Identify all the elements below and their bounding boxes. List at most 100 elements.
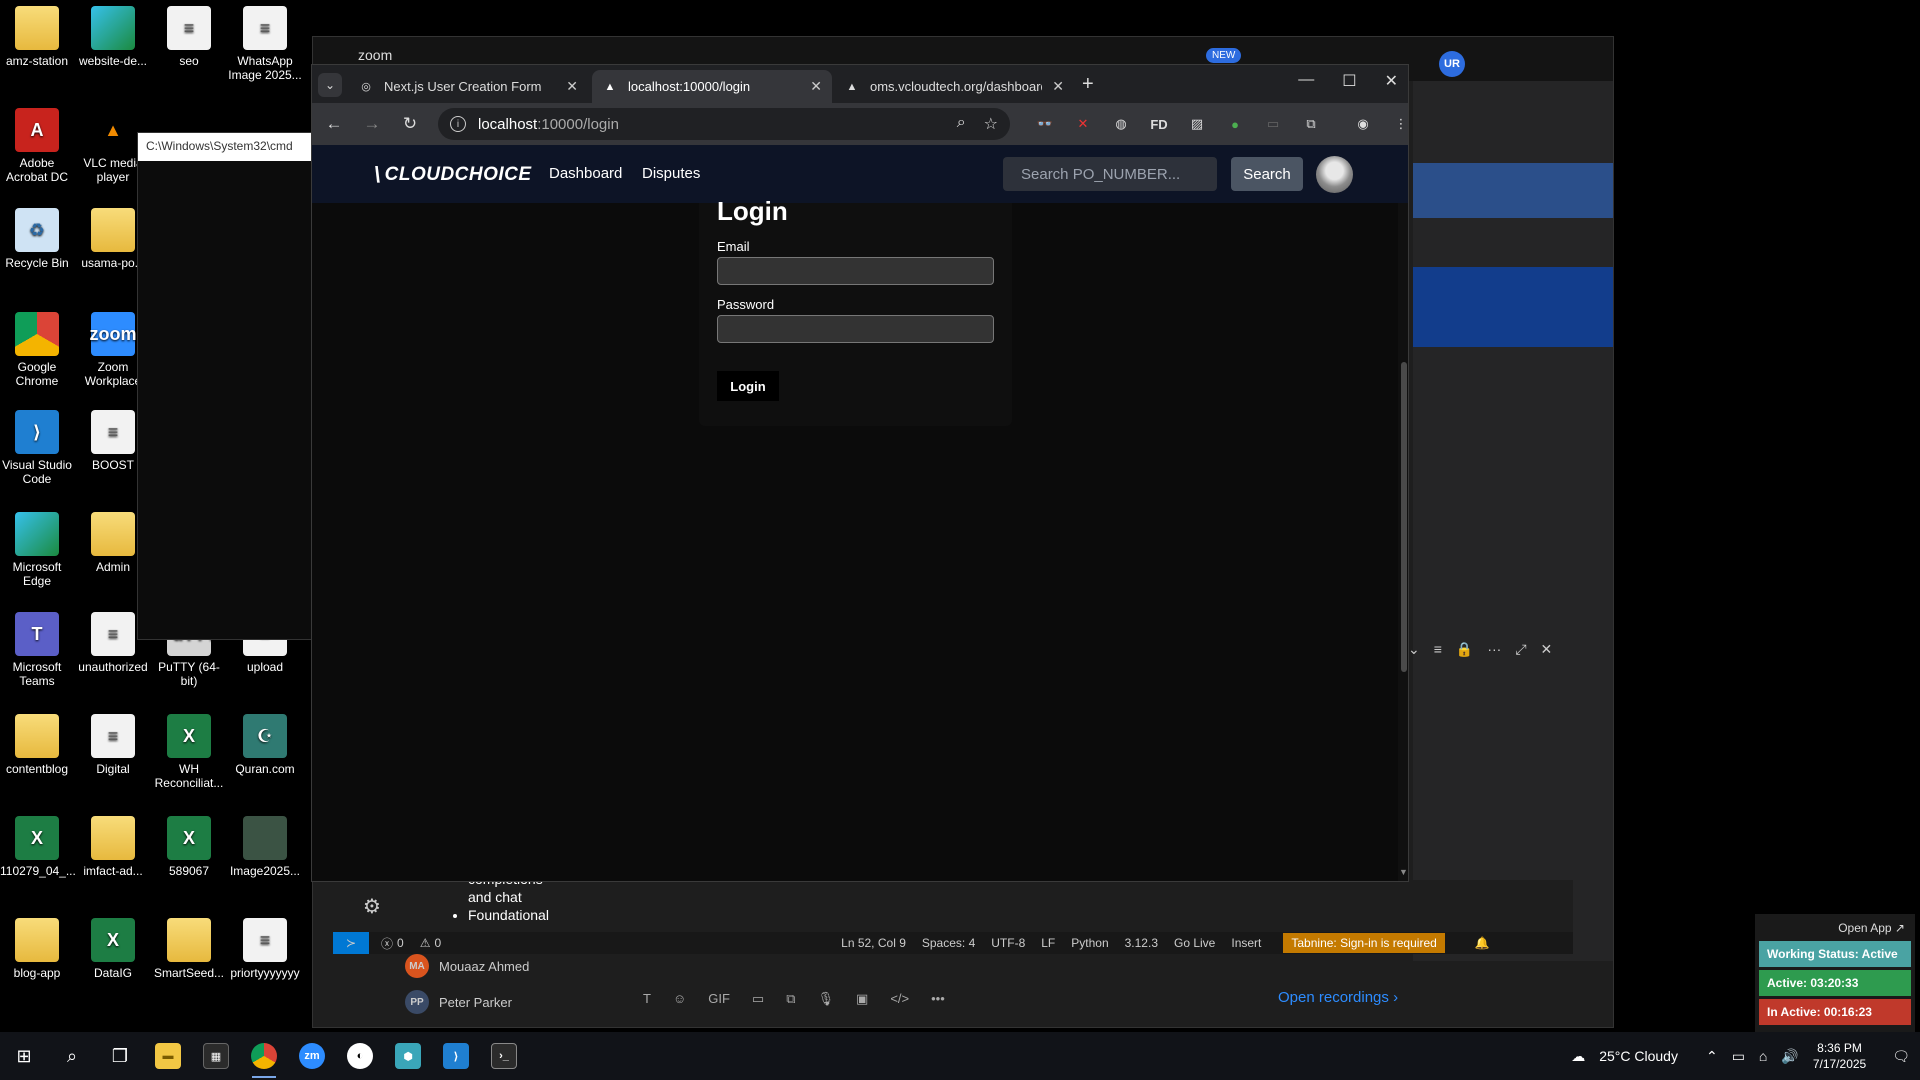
close-icon[interactable]: ✕	[1385, 71, 1398, 91]
desktop-icon[interactable]: X DataIG	[76, 918, 150, 980]
warning-icon[interactable]: ⚠	[420, 936, 431, 950]
desktop-icon[interactable]: X 110279_04_...	[0, 816, 76, 878]
desktop-icon[interactable]: SmartSeed...	[152, 918, 226, 980]
file-icon[interactable]: ▭	[752, 991, 764, 1007]
extension-glasses-icon[interactable]: 👓	[1034, 113, 1056, 135]
encoding[interactable]: UTF-8	[991, 936, 1025, 950]
desktop-icon[interactable]: Google Chrome	[0, 312, 74, 388]
desktop-icon[interactable]: ⟩ Visual Studio Code	[0, 410, 74, 486]
settings-gear-icon[interactable]: ⚙	[363, 894, 381, 919]
new-tab-button[interactable]: +	[1082, 73, 1094, 96]
list-icon[interactable]: ≡	[1434, 641, 1442, 658]
desktop-icon[interactable]: X WH Reconciliat...	[152, 714, 226, 790]
zoom-user-avatar[interactable]: UR	[1439, 51, 1465, 77]
desktop-icon[interactable]: blog-app	[0, 918, 74, 980]
app-circle-icon[interactable]: ◐	[336, 1032, 384, 1080]
extension-globe-icon[interactable]: ◍	[1110, 113, 1132, 135]
reload-icon[interactable]: ↻	[394, 114, 426, 134]
scroll-down-icon[interactable]: ▼	[1399, 867, 1408, 877]
chevron-down-icon[interactable]: ⌄	[1408, 641, 1420, 658]
extension-chart-icon[interactable]: ▨	[1186, 113, 1208, 135]
file-explorer-icon[interactable]: ▬	[144, 1032, 192, 1080]
video-icon[interactable]: ▣	[856, 991, 868, 1007]
bell-icon[interactable]: 🔔	[1475, 936, 1490, 950]
profile-avatar-icon[interactable]: ◉	[1352, 113, 1374, 135]
zoom-taskbar-icon[interactable]: zm	[288, 1032, 336, 1080]
ellipsis-icon[interactable]: ···	[1487, 641, 1501, 658]
cloudchoice-logo[interactable]: \ CLOUDCHOICE	[374, 162, 532, 188]
end-of-line[interactable]: LF	[1041, 936, 1055, 950]
address-bar[interactable]: i localhost:10000/login ⌕ ☆	[438, 108, 1010, 140]
error-icon[interactable]: ⓧ	[381, 935, 393, 952]
desktop-icon[interactable]: Microsoft Edge	[0, 512, 74, 588]
tab-oms-dashboard[interactable]: ▲ oms.vcloudtech.org/dashboard ✕	[834, 70, 1074, 103]
weather-icon[interactable]: ☁	[1571, 1048, 1585, 1065]
desktop-icon[interactable]: ≡ Digital	[76, 714, 150, 776]
tab-search-icon[interactable]: ⌄	[318, 73, 342, 97]
chrome-taskbar-icon[interactable]	[240, 1032, 288, 1080]
extension-x-icon[interactable]: ✕	[1072, 113, 1094, 135]
tab-localhost-login[interactable]: ▲ localhost:10000/login ✕	[592, 70, 832, 103]
extension-fd-icon[interactable]: FD	[1148, 113, 1170, 135]
desktop-icon[interactable]: ☪ Quran.com	[228, 714, 302, 776]
desktop-icon[interactable]: amz-station	[0, 6, 74, 68]
lock-icon[interactable]: 🔒	[1456, 641, 1473, 658]
desktop-icon[interactable]: Image2025...	[228, 816, 302, 878]
go-live[interactable]: Go Live	[1174, 936, 1215, 950]
scrollbar-thumb[interactable]	[1401, 362, 1407, 672]
code-icon[interactable]: </>	[890, 991, 909, 1007]
desktop-icon[interactable]: website-de...	[76, 6, 150, 68]
desktop-icon[interactable]: ≡ WhatsApp Image 2025...	[228, 6, 302, 82]
more-icon[interactable]: •••	[931, 991, 945, 1007]
desktop-icon[interactable]: ♻ Recycle Bin	[0, 208, 74, 270]
notifications-icon[interactable]: 🗨	[1892, 1048, 1910, 1065]
weather-text[interactable]: 25°C Cloudy	[1599, 1048, 1678, 1064]
text-format-icon[interactable]: T	[643, 991, 651, 1007]
cmd-window[interactable]: C:\Windows\System32\cmd	[137, 132, 312, 640]
site-info-icon[interactable]: i	[450, 116, 466, 132]
back-icon[interactable]: ←	[318, 114, 350, 134]
close-icon[interactable]: ✕	[1052, 78, 1064, 95]
mic-icon[interactable]: 🎙	[818, 991, 835, 1007]
login-button[interactable]: Login	[717, 371, 779, 401]
close-icon[interactable]: ✕	[566, 78, 578, 95]
open-app-link[interactable]: Open App ↗	[1759, 918, 1911, 941]
desktop-icon[interactable]: T Microsoft Teams	[0, 612, 74, 688]
store-icon[interactable]: ▦	[192, 1032, 240, 1080]
python-version[interactable]: 3.12.3	[1125, 936, 1158, 950]
clock[interactable]: 8:36 PM 7/17/2025	[1813, 1040, 1866, 1072]
desktop-icon[interactable]: A Adobe Acrobat DC	[0, 108, 74, 184]
chrome-window[interactable]: ⌄ ◎ Next.js User Creation Form ✕ ▲ local…	[311, 64, 1409, 882]
maximize-icon[interactable]: ☐	[1342, 71, 1356, 91]
cursor-position[interactable]: Ln 52, Col 9	[841, 936, 906, 950]
search-icon[interactable]: ⌕	[48, 1032, 96, 1080]
user-avatar[interactable]	[1316, 156, 1353, 193]
extension-cast-icon[interactable]: ▭	[1262, 113, 1284, 135]
language-mode[interactable]: Python	[1071, 936, 1108, 950]
desktop-icon[interactable]: X 589067	[152, 816, 226, 878]
app-hex-icon[interactable]: ⬢	[384, 1032, 432, 1080]
close-icon[interactable]: ✕	[1541, 641, 1553, 658]
show-hidden-icons-icon[interactable]: ⌃	[1706, 1048, 1718, 1065]
maximize-icon[interactable]: ⤢	[1515, 641, 1526, 658]
warning-count[interactable]: 0	[434, 936, 441, 950]
po-search-input[interactable]	[1003, 157, 1217, 191]
editor-mode[interactable]: Insert	[1231, 936, 1261, 950]
desktop-icon[interactable]: ≡ priortyyyyyyy	[228, 918, 302, 980]
vscode-taskbar-icon[interactable]: ⟩	[432, 1032, 480, 1080]
open-recordings-link[interactable]: Open recordings ›	[1278, 989, 1398, 1006]
bookmark-star-icon[interactable]: ☆	[984, 114, 998, 134]
desktop-icon[interactable]: imfact-ad...	[76, 816, 150, 878]
task-view-icon[interactable]: ❐	[96, 1032, 144, 1080]
extension-green-icon[interactable]: ●	[1224, 113, 1246, 135]
gif-button[interactable]: GIF	[708, 991, 730, 1007]
network-icon[interactable]: ⌂	[1759, 1048, 1767, 1064]
screenshot-icon[interactable]: ⧉	[786, 991, 795, 1007]
minimize-icon[interactable]: —	[1298, 71, 1314, 91]
tab-nextjs-form[interactable]: ◎ Next.js User Creation Form ✕	[348, 70, 588, 103]
nav-dashboard-link[interactable]: Dashboard	[549, 165, 622, 182]
nav-disputes-link[interactable]: Disputes	[642, 165, 700, 182]
volume-icon[interactable]: 🔊	[1781, 1048, 1798, 1065]
desktop-icon[interactable]: contentblog	[0, 714, 74, 776]
tabnine-status[interactable]: Tabnine: Sign-in is required	[1283, 933, 1445, 953]
